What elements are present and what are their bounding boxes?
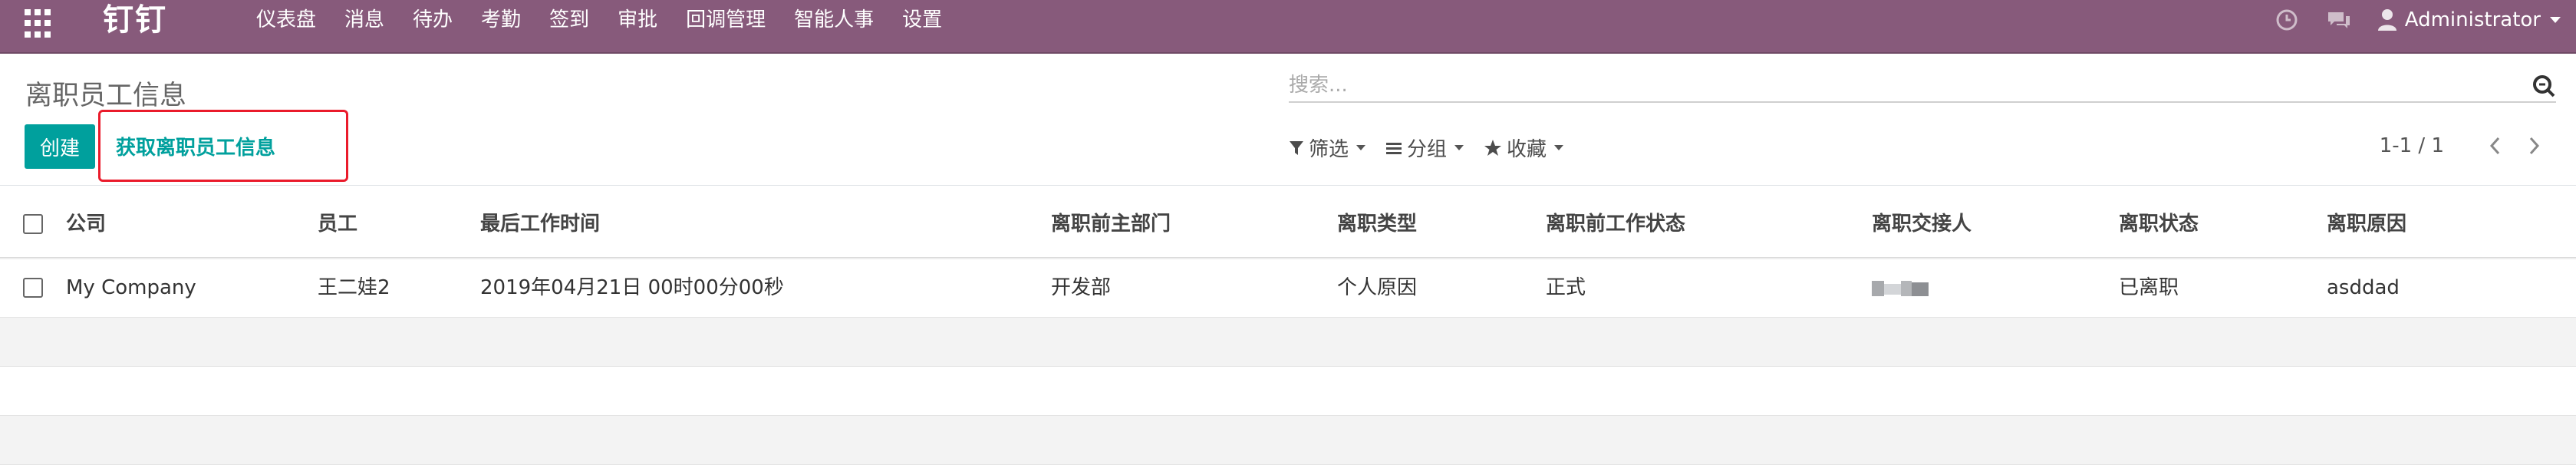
- search-icon[interactable]: [2532, 74, 2556, 98]
- star-icon: [1484, 139, 1502, 156]
- menu-item-messages[interactable]: 消息: [344, 0, 384, 40]
- blurred-handover-name: [1872, 279, 1929, 298]
- cell-department: 开发部: [1051, 276, 1112, 299]
- fetch-button-label: 获取离职员工信息: [116, 137, 276, 160]
- control-panel: 离职员工信息 创建 获取离职员工信息 筛选 分组: [0, 54, 2576, 186]
- chevron-down-icon: [1356, 145, 1366, 150]
- table-row[interactable]: My Company 王二娃2 2019年04月21日 00时00分00秒 开发…: [0, 258, 2576, 318]
- create-button[interactable]: 创建: [25, 124, 95, 169]
- fetch-resigned-employees-button[interactable]: 获取离职员工信息: [98, 110, 348, 182]
- menu-item-hr[interactable]: 智能人事: [794, 0, 874, 40]
- favorites-label: 收藏: [1507, 138, 1547, 161]
- top-navbar: 钉钉 仪表盘 消息 待办 考勤 签到 审批 回调管理 智能人事 设置 Admin…: [0, 0, 2576, 54]
- pager: 1-1 / 1: [2380, 134, 2545, 158]
- chevron-left-icon[interactable]: [2484, 134, 2505, 158]
- row-checkbox[interactable]: [23, 278, 43, 298]
- list-table: 公司 员工 最后工作时间 离职前主部门 离职类型 离职前工作状态 离职交接人 离…: [0, 195, 2576, 465]
- search-options: 筛选 分组 收藏: [1289, 134, 1583, 162]
- menu-item-todo[interactable]: 待办: [413, 0, 453, 40]
- menu-item-approval[interactable]: 审批: [618, 0, 657, 40]
- user-icon: [2377, 9, 2396, 31]
- list-icon: [1386, 142, 1402, 154]
- cell-last-work-time: 2019年04月21日 00时00分00秒: [480, 276, 784, 299]
- main-menu: 仪表盘 消息 待办 考勤 签到 审批 回调管理 智能人事 设置: [256, 0, 970, 40]
- empty-row: [0, 318, 2576, 367]
- systray: Administrator: [2273, 0, 2561, 40]
- cell-leave-type: 个人原因: [1337, 276, 1418, 299]
- column-header-department[interactable]: 离职前主部门: [1051, 195, 1171, 253]
- cell-leave-status: 已离职: [2119, 276, 2179, 299]
- column-header-reason[interactable]: 离职原因: [2327, 195, 2406, 253]
- column-header-handover[interactable]: 离职交接人: [1872, 195, 1972, 253]
- select-all-checkbox[interactable]: [23, 214, 43, 234]
- menu-item-checkin[interactable]: 签到: [549, 0, 589, 40]
- favorites-dropdown[interactable]: 收藏: [1484, 134, 1564, 162]
- empty-row: [0, 367, 2576, 416]
- menu-item-callback[interactable]: 回调管理: [686, 0, 766, 40]
- pager-value[interactable]: 1-1 / 1: [2380, 134, 2444, 157]
- apps-icon[interactable]: [25, 9, 54, 38]
- column-header-employee[interactable]: 员工: [318, 195, 357, 253]
- column-header-leave-status[interactable]: 离职状态: [2119, 195, 2199, 253]
- menu-item-settings[interactable]: 设置: [902, 0, 942, 40]
- chevron-right-icon[interactable]: [2524, 134, 2545, 158]
- menu-item-dashboard[interactable]: 仪表盘: [256, 0, 316, 40]
- cell-work-status: 正式: [1546, 276, 1586, 299]
- group-by-dropdown[interactable]: 分组: [1385, 134, 1464, 162]
- user-menu[interactable]: Administrator: [2377, 8, 2561, 31]
- search-input[interactable]: [1289, 71, 2485, 100]
- table-header: 公司 员工 最后工作时间 离职前主部门 离职类型 离职前工作状态 离职交接人 离…: [0, 195, 2576, 258]
- cell-reason: asddad: [2327, 276, 2400, 299]
- user-name: Administrator: [2404, 8, 2541, 31]
- brand-title: 钉钉: [103, 2, 167, 38]
- column-header-work-status[interactable]: 离职前工作状态: [1546, 195, 1685, 253]
- chevron-down-icon: [2550, 17, 2561, 23]
- chevron-down-icon: [1454, 145, 1464, 150]
- clock-icon[interactable]: [2273, 6, 2301, 34]
- column-header-company[interactable]: 公司: [66, 195, 106, 253]
- column-header-leave-type[interactable]: 离职类型: [1337, 195, 1417, 253]
- filter-label: 筛选: [1309, 138, 1349, 161]
- search-bar: [1289, 71, 2556, 103]
- filter-dropdown[interactable]: 筛选: [1289, 134, 1366, 162]
- column-header-last-work-time[interactable]: 最后工作时间: [480, 195, 600, 253]
- group-by-label: 分组: [1407, 138, 1448, 161]
- chat-icon[interactable]: [2325, 6, 2353, 34]
- filter-icon: [1290, 140, 1303, 155]
- cell-company: My Company: [66, 276, 196, 299]
- empty-row: [0, 416, 2576, 465]
- menu-item-attendance[interactable]: 考勤: [481, 0, 521, 40]
- chevron-down-icon: [1554, 145, 1564, 150]
- breadcrumb: 离职员工信息: [25, 81, 187, 111]
- cell-employee: 王二娃2: [318, 276, 390, 299]
